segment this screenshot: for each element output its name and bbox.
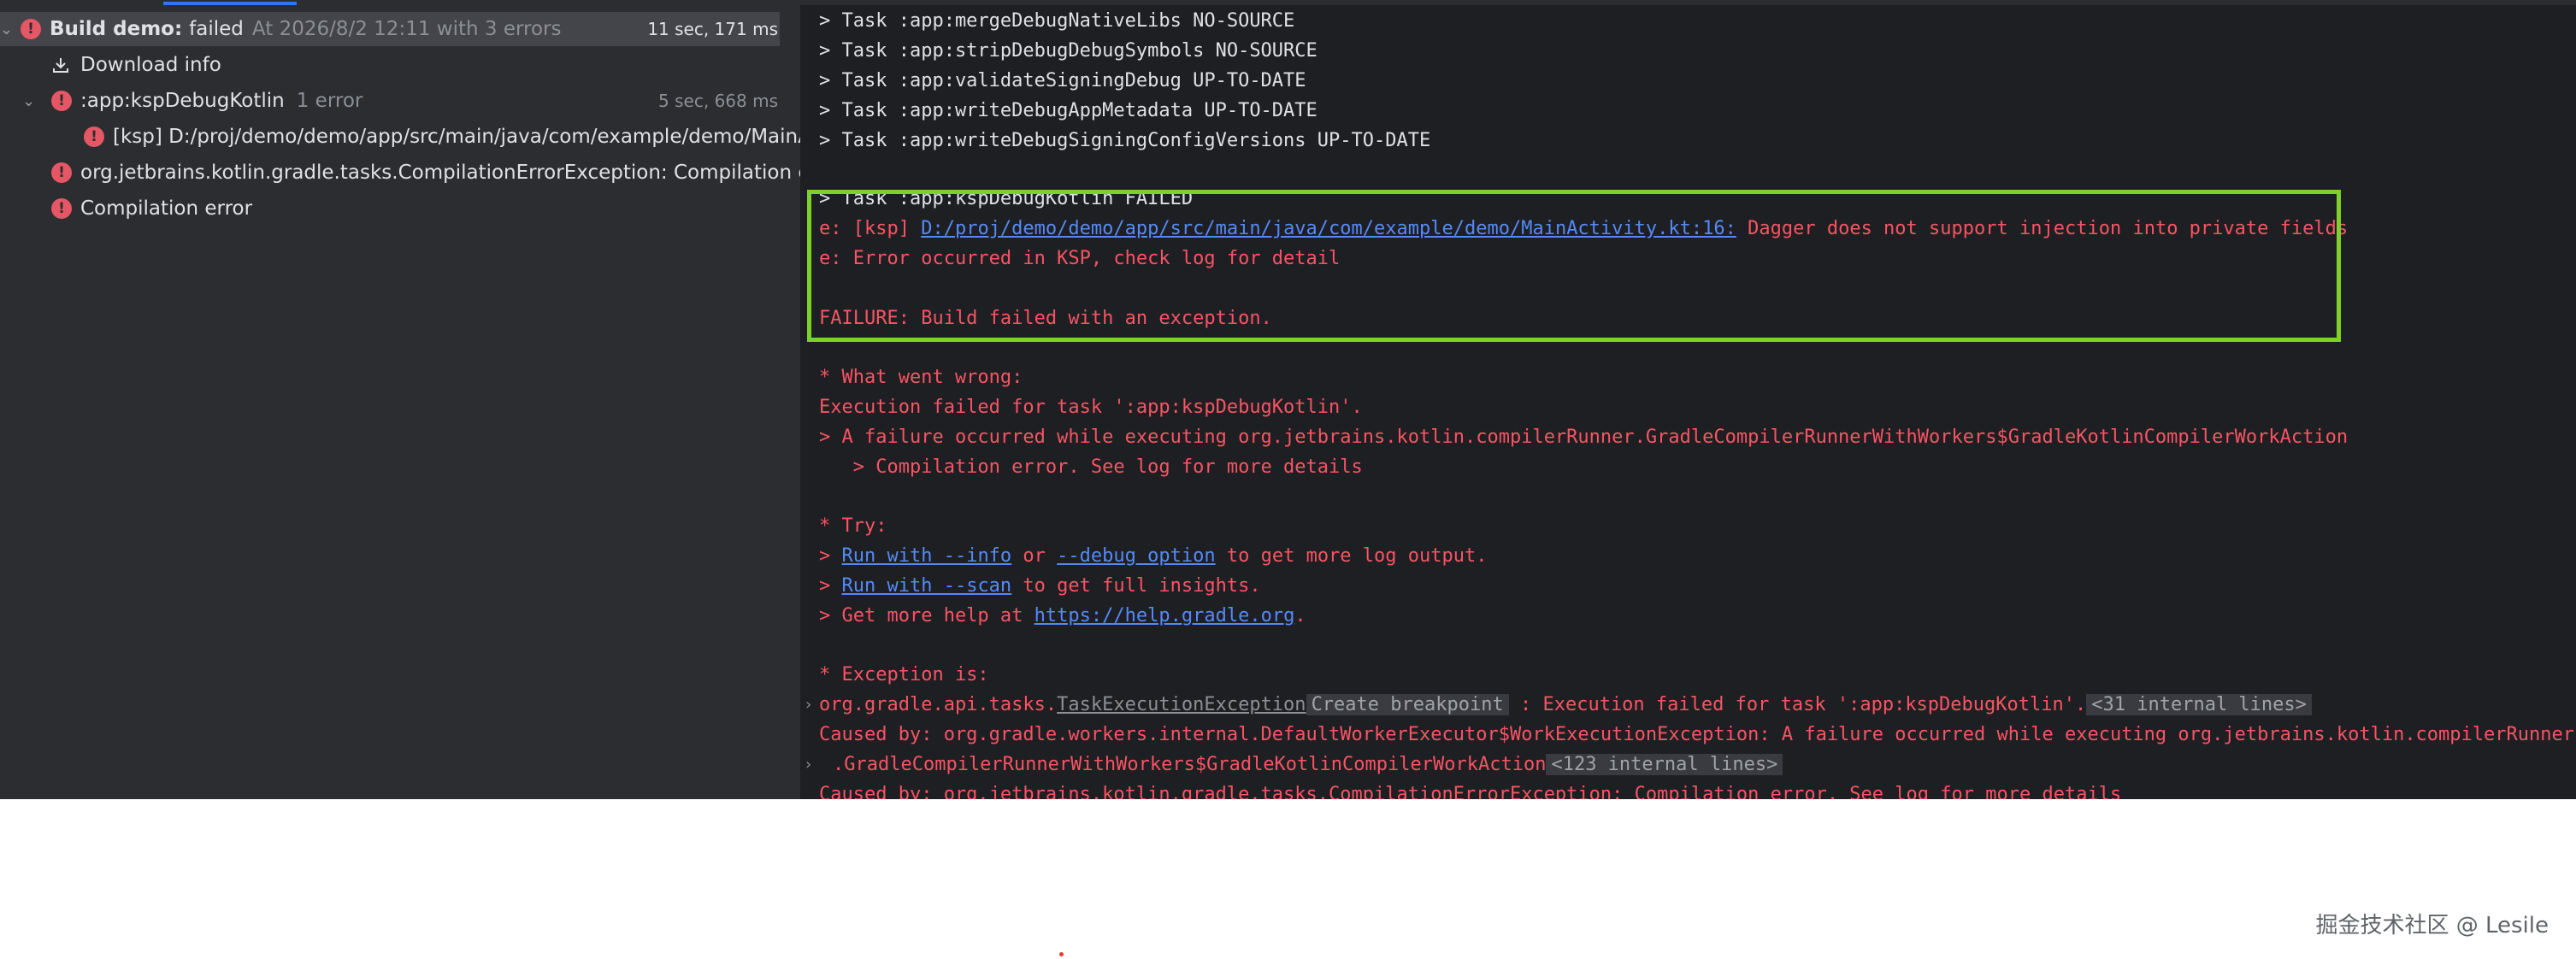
console-line: > Task :app:kspDebugKotlin FAILED — [819, 188, 1194, 209]
console-line: > Get more help at https://help.gradle.o… — [819, 602, 1306, 631]
console-text: . — [1294, 605, 1306, 627]
task-row[interactable]: ⌄ ! :app:kspDebugKotlin 1 error 5 sec, 6… — [0, 84, 800, 118]
error-prefix: e: [ksp] — [819, 218, 922, 239]
build-duration: 11 sec, 171 ms — [647, 19, 778, 39]
console-line-ksp-error: e: [ksp] D:/proj/demo/demo/app/src/main/… — [819, 215, 2348, 244]
console-line: * Exception is: — [819, 664, 989, 685]
fold-arrow-icon[interactable]: › — [804, 696, 813, 714]
console-line: > Run with --info or --debug option to g… — [819, 542, 1488, 571]
task-duration: 5 sec, 668 ms — [658, 91, 778, 111]
console-line: > Run with --scan to get full insights. — [819, 572, 1261, 601]
console-text: to get more log output. — [1215, 545, 1488, 567]
gradle-help-link[interactable]: https://help.gradle.org — [1035, 605, 1295, 627]
build-title: Build demo: — [50, 18, 183, 40]
console-text: : Execution failed for task ':app:kspDeb… — [1508, 694, 2087, 715]
internal-lines-fold[interactable]: <123 internal lines> — [1546, 754, 1783, 775]
error-icon: ! — [84, 126, 104, 147]
console-text: org.gradle.api.tasks. — [819, 694, 1058, 715]
console-line: > Task :app:writeDebugAppMetadata UP-TO-… — [819, 100, 1317, 121]
console-text: > — [819, 545, 842, 567]
ksp-error-row[interactable]: ! [ksp] D:/proj/demo/demo/app/src/main/j… — [0, 120, 800, 154]
exception-row[interactable]: ! org.jetbrains.kotlin.gradle.tasks.Comp… — [0, 156, 800, 190]
watermark: 掘金技术社区 @ Lesile — [2315, 913, 2549, 938]
error-icon: ! — [51, 91, 72, 111]
console-line: org.gradle.api.tasks.TaskExecutionExcept… — [819, 691, 2312, 720]
task-label: :app:kspDebugKotlin — [80, 90, 285, 112]
download-info-label: Download info — [80, 54, 221, 76]
compilation-error-label: Compilation error — [80, 197, 253, 220]
console-text: or — [1011, 545, 1058, 567]
console-line: Caused by: org.gradle.workers.internal.D… — [819, 724, 2574, 745]
ksp-error-label: [ksp] D:/proj/demo/demo/app/src/main/jav… — [113, 126, 800, 148]
console-line: e: Error occurred in KSP, check log for … — [819, 248, 1341, 269]
internal-lines-fold[interactable]: <31 internal lines> — [2086, 694, 2312, 715]
build-status: failed — [189, 18, 244, 40]
console-text: > Get more help at — [819, 605, 1035, 627]
error-icon: ! — [51, 162, 72, 183]
console-line: > Task :app:mergeDebugNativeLibs NO-SOUR… — [819, 10, 1295, 32]
console-line: * Try: — [819, 515, 887, 537]
console-text: > — [819, 575, 842, 597]
error-message: Dagger does not support injection into p… — [1736, 218, 2349, 239]
console-output[interactable]: > Task :app:mergeDebugNativeLibs NO-SOUR… — [800, 5, 2576, 799]
task-error-count: 1 error — [296, 90, 363, 112]
console-line: > Task :app:writeDebugSigningConfigVersi… — [819, 130, 1431, 151]
build-root-row[interactable]: ⌄ ! Build demo: failed At 2026/8/2 12:11… — [0, 12, 780, 46]
fold-arrow-icon[interactable]: › — [804, 756, 813, 774]
console-line: .GradleCompilerRunnerWithWorkers$GradleK… — [833, 750, 1783, 780]
build-time: At 2026/8/2 12:11 with 3 errors — [251, 18, 562, 40]
exception-label: org.jetbrains.kotlin.gradle.tasks.Compil… — [80, 162, 800, 184]
console-line: > Compilation error. See log for more de… — [819, 456, 1363, 478]
console-text: to get full insights. — [1011, 575, 1261, 597]
console-line: * What went wrong: — [819, 367, 1023, 388]
download-info-row[interactable]: Download info — [0, 48, 800, 82]
compilation-error-row[interactable]: ! Compilation error — [0, 191, 800, 226]
source-file-link[interactable]: D:/proj/demo/demo/app/src/main/java/com/… — [921, 218, 1736, 239]
run-with-scan-link[interactable]: Run with --scan — [842, 575, 1012, 597]
chevron-down-icon[interactable]: ⌄ — [0, 21, 13, 38]
create-breakpoint-button[interactable]: Create breakpoint — [1306, 694, 1509, 715]
error-icon: ! — [21, 19, 41, 39]
exception-class-link[interactable]: TaskExecutionException — [1057, 694, 1306, 715]
debug-option-link[interactable]: --debug option — [1057, 545, 1215, 567]
build-tool-window: ⌄ ! Build demo: failed At 2026/8/2 12:11… — [0, 0, 2576, 799]
error-icon: ! — [51, 198, 72, 219]
console-line: > A failure occurred while executing org… — [819, 427, 2349, 448]
download-icon — [53, 58, 68, 73]
console-line: Execution failed for task ':app:kspDebug… — [819, 397, 1363, 418]
build-tree-panel: ⌄ ! Build demo: failed At 2026/8/2 12:11… — [0, 5, 800, 799]
chevron-down-icon[interactable]: ⌄ — [22, 92, 35, 110]
console-line: > Task :app:stripDebugDebugSymbols NO-SO… — [819, 40, 1317, 62]
red-dot — [1059, 952, 1064, 956]
console-line: Caused by: org.jetbrains.kotlin.gradle.t… — [819, 784, 2122, 799]
console-text: .GradleCompilerRunnerWithWorkers$GradleK… — [833, 754, 1547, 775]
run-with-info-link[interactable]: Run with --info — [842, 545, 1012, 567]
console-line: > Task :app:validateSigningDebug UP-TO-D… — [819, 70, 1306, 91]
console-line: FAILURE: Build failed with an exception. — [819, 308, 1272, 329]
